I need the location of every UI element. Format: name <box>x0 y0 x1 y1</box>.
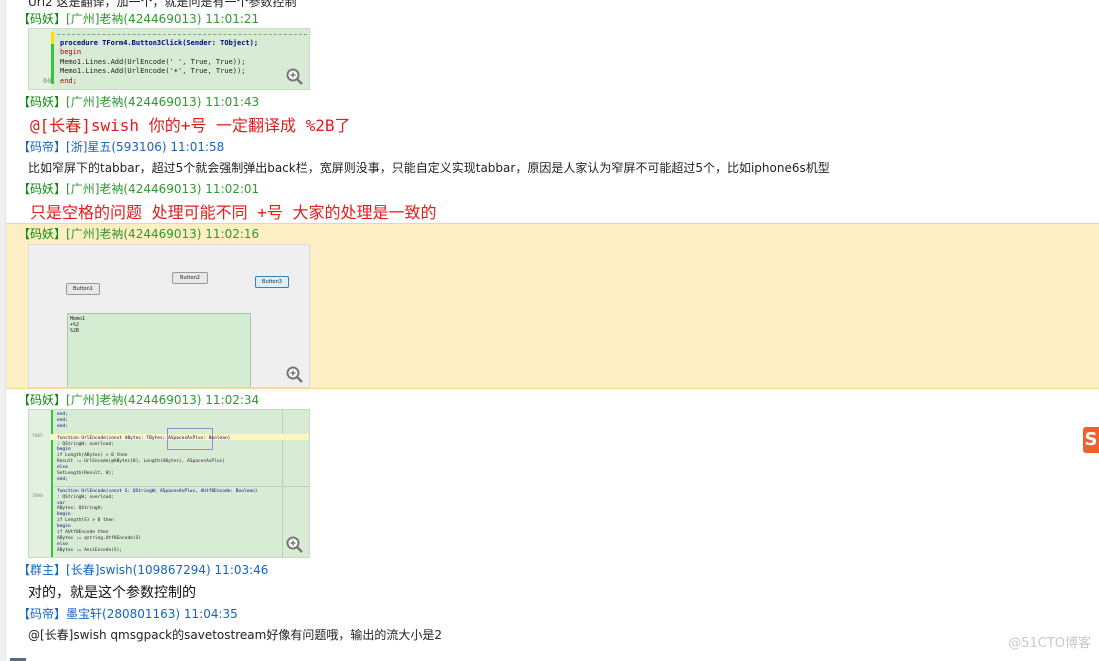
message-time: 11:03:46 <box>214 563 269 577</box>
change-marker <box>51 44 54 84</box>
zoom-in-icon[interactable] <box>286 536 303 553</box>
code-line: else <box>57 541 68 547</box>
code-line: procedure TForm4.Button3Click(Sender: TO… <box>60 39 259 47</box>
message-header: 【码妖】[广州]老衲(424469013) 11:01:21 <box>18 10 259 27</box>
message-time: 11:02:16 <box>205 227 260 241</box>
form-button: Button3 <box>255 276 289 288</box>
sender-name[interactable]: 墨宝轩(280801163) <box>66 607 180 621</box>
code-line: ABytes: QStringA; <box>57 506 104 512</box>
code-line: end; <box>57 417 68 423</box>
message-text: 只是空格的问题 处理可能不同 +号 大家的处理是一致的 <box>30 203 437 222</box>
sender-role: 【码妖】 <box>18 393 67 407</box>
code-screenshot-thumbnail[interactable]: 7885 7890 end; end; end; function UrlEncod… <box>28 409 310 558</box>
divider <box>57 34 307 35</box>
message-time: 11:01:43 <box>205 95 260 109</box>
message-time: 11:01:21 <box>205 12 260 26</box>
zoom-in-icon[interactable] <box>286 68 303 85</box>
line-number: 7890 <box>32 494 43 499</box>
code-line: ABytes := qstring.Utf8Encode(S) <box>57 535 141 541</box>
sender-role: 【码妖】 <box>18 95 67 109</box>
code-line: end; <box>57 423 68 429</box>
message-text: @[长春]swish 你的+号 一定翻译成 %2B了 <box>30 116 351 135</box>
message-text: 对的，就是这个参数控制的 <box>28 585 196 601</box>
sender-name[interactable]: [长春]swish(109867294) <box>66 563 211 577</box>
sender-role: 【码妖】 <box>18 182 67 196</box>
code-line: end; <box>57 412 68 417</box>
sender-name[interactable]: [广州]老衲(424469013) <box>66 12 201 26</box>
code-line: begin <box>57 524 71 530</box>
code-line: ABytes := AnsiEncode(S); <box>57 547 123 553</box>
message-time: 11:04:35 <box>183 607 238 621</box>
code-line: begin <box>60 48 82 56</box>
code-screenshot-thumbnail[interactable]: 60 procedure TForm4.Button3Click(Sender:… <box>28 28 310 90</box>
sender-role: 【码帝】 <box>18 140 67 154</box>
blog-logo-icon[interactable]: S <box>1083 427 1099 453</box>
form-screenshot-thumbnail[interactable]: Button1 Button2 Button3 Memo1 +%2 %2B <box>28 244 310 388</box>
code-line: if Length(ABytes) > 0 then <box>57 453 128 459</box>
sender-role: 【群主】 <box>18 563 67 577</box>
message-time: 11:02:34 <box>205 393 260 407</box>
sender-role: 【码妖】 <box>18 12 67 26</box>
sender-name[interactable]: [广州]老衲(424469013) <box>66 95 201 109</box>
sender-name[interactable]: [浙]星五(593106) <box>66 140 167 154</box>
partial-message-text: Url2 这是翻译，加一个，就是问是有一个参数控制 <box>28 0 297 9</box>
line-number: 60 <box>43 77 52 85</box>
code-line: begin <box>57 447 71 453</box>
message-time: 11:02:01 <box>205 182 260 196</box>
code-line: end; <box>57 476 68 482</box>
change-marker <box>51 32 54 44</box>
memo-line: %2B <box>70 328 80 334</box>
message-time: 11:01:58 <box>170 140 225 154</box>
code-line: begin <box>57 512 71 518</box>
code-line: : QStringW; overload; <box>57 441 114 447</box>
divider <box>53 486 309 487</box>
message-header: 【码帝】[浙]星五(593106) 11:01:58 <box>18 138 224 155</box>
code-line: Memo1.Lines.Add(UrlEncode('+', True, Tru… <box>60 67 246 75</box>
line-number: 7885 <box>32 434 43 439</box>
sender-role: 【码帝】 <box>18 607 67 621</box>
sender-name[interactable]: [广州]老衲(424469013) <box>66 393 201 407</box>
divider <box>282 410 283 557</box>
code-line: function UrlEncode(const S: QStringW; AS… <box>57 488 258 494</box>
gutter <box>29 410 51 557</box>
memo-box: Memo1 +%2 %2B <box>67 313 251 387</box>
change-marker <box>51 410 53 557</box>
message-header: 【码妖】[广州]老衲(424469013) 11:02:34 <box>18 391 259 408</box>
sender-name[interactable]: [广州]老衲(424469013) <box>66 227 201 241</box>
code-line: else <box>57 465 68 471</box>
message-header: 【码妖】[广州]老衲(424469013) 11:02:16 <box>18 225 259 242</box>
code-line: Memo1.Lines.Add(UrlEncode(' ', True, Tru… <box>60 58 246 66</box>
form-button: Button1 <box>66 283 100 295</box>
message-header: 【码帝】墨宝轩(280801163) 11:04:35 <box>18 605 238 622</box>
code-line: Result := UrlEncode(@ABytes[0], Length(A… <box>57 459 225 465</box>
message-header: 【码妖】[广州]老衲(424469013) 11:02:01 <box>18 180 259 197</box>
form-button: Button2 <box>172 272 208 284</box>
zoom-in-icon[interactable] <box>286 366 303 383</box>
code-line: if AUtf8Encode then <box>57 530 109 535</box>
message-header: 【群主】[长春]swish(109867294) 11:03:46 <box>18 561 268 578</box>
code-line: : QStringW; overload; <box>57 494 114 500</box>
code-line: function UrlEncode(const ABytes: TBytes;… <box>57 435 231 441</box>
message-text: 比如窄屏下的tabbar，超过5个就会强制弹出back栏，宽屏则没事，只能自定义… <box>28 161 830 175</box>
code-line: if Length(S) > 0 then <box>57 518 114 524</box>
message-text: @[长春]swish qmsgpack的savetostream好像有问题哦，输… <box>28 628 442 642</box>
message-header: 【码妖】[广州]老衲(424469013) 11:01:43 <box>18 93 259 110</box>
code-line: var <box>57 500 66 506</box>
code-line: end; <box>60 77 77 85</box>
code-line: SetLength(Result, 0); <box>57 471 114 476</box>
sender-name[interactable]: [广州]老衲(424469013) <box>66 182 201 196</box>
watermark: @51CTO博客 <box>1008 636 1091 651</box>
sender-role: 【码妖】 <box>18 227 67 241</box>
